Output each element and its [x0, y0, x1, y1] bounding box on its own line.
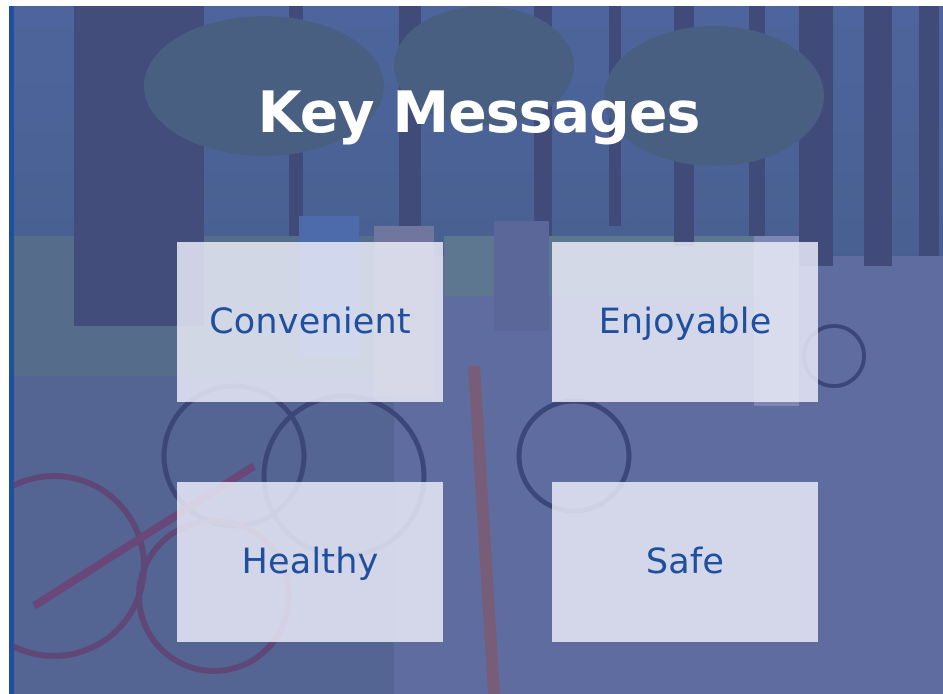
message-card-healthy: Healthy	[177, 482, 443, 642]
message-card-label: Healthy	[241, 542, 379, 582]
slide: Key Messages Convenient Enjoyable Health…	[0, 0, 943, 694]
message-card-safe: Safe	[552, 482, 818, 642]
message-card-label: Enjoyable	[598, 302, 772, 342]
message-card-convenient: Convenient	[177, 242, 443, 402]
message-card-enjoyable: Enjoyable	[552, 242, 818, 402]
message-card-label: Convenient	[209, 302, 411, 342]
message-card-label: Safe	[645, 542, 725, 582]
slide-title: Key Messages	[257, 80, 701, 146]
